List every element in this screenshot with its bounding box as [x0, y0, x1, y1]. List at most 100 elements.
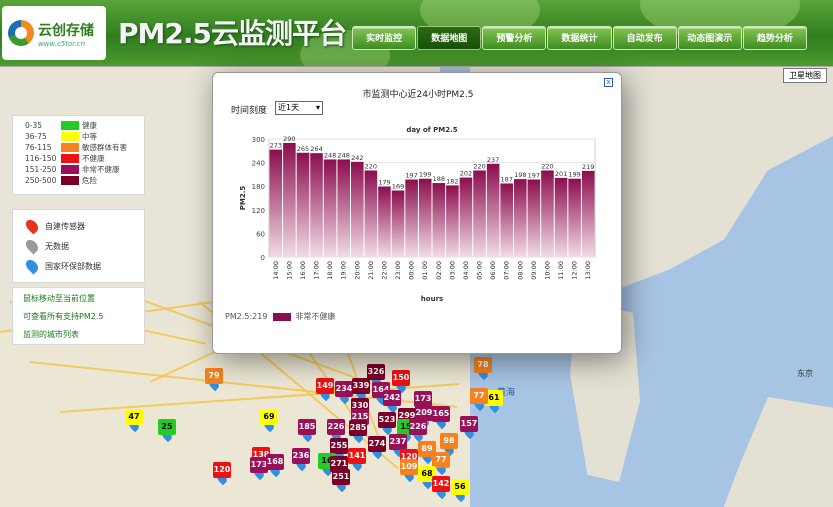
- bar-value-label: 201: [555, 170, 567, 178]
- info-link[interactable]: 鼠标移动至当前位置: [23, 290, 134, 308]
- station-marker[interactable]: 79: [205, 368, 223, 384]
- nav-tab-2[interactable]: 预警分析: [482, 26, 547, 50]
- station-marker[interactable]: 165: [432, 406, 450, 422]
- y-axis-label: PM2.5: [239, 186, 247, 211]
- nav-bar: 实时监控 数据地图 预警分析 数据统计 自动发布 动态图演示 趋势分析: [352, 26, 808, 50]
- bar: [391, 190, 405, 257]
- station-marker[interactable]: 237: [389, 434, 407, 450]
- station-marker[interactable]: 523: [378, 412, 396, 428]
- satellite-map-button[interactable]: 卫星地图: [783, 68, 827, 83]
- station-marker[interactable]: 142: [432, 476, 450, 492]
- map-pin-icon: [23, 257, 41, 275]
- station-marker[interactable]: 326: [367, 364, 385, 380]
- legend-range: 151-250: [25, 165, 57, 174]
- x-tick-label: 00:00: [408, 261, 416, 280]
- station-marker[interactable]: 226: [409, 419, 427, 435]
- bar-value-label: 198: [514, 171, 526, 179]
- x-tick-label: 23:00: [394, 261, 402, 280]
- x-tick-label: 07:00: [503, 261, 511, 280]
- nav-tab-1[interactable]: 数据地图: [417, 26, 482, 50]
- legend-label: 危险: [82, 176, 97, 185]
- pm25-bar-chart: day of PM2.5 0 60 120 180 240 300 PM2.5 273 14:00…: [239, 126, 596, 303]
- station-marker[interactable]: 25: [158, 419, 176, 435]
- x-tick-label: 10:00: [543, 261, 551, 280]
- station-marker[interactable]: 69: [260, 409, 278, 425]
- bar: [527, 179, 541, 257]
- station-marker[interactable]: 109: [400, 459, 418, 475]
- bar-value-label: 220: [473, 162, 485, 170]
- station-marker[interactable]: 56: [451, 479, 469, 495]
- station-marker[interactable]: 149: [316, 378, 334, 394]
- time-scale-label: 时间刻度: [231, 106, 268, 116]
- legend-range: 116-150: [25, 154, 57, 163]
- station-marker[interactable]: 236: [292, 448, 310, 464]
- station-marker[interactable]: 78: [474, 357, 492, 373]
- info-link[interactable]: 监测的城市列表: [23, 326, 134, 344]
- close-icon[interactable]: x: [604, 78, 613, 87]
- bar-value-label: 182: [446, 177, 458, 185]
- x-tick-label: 06:00: [489, 261, 497, 280]
- legend-range: 0-35: [25, 121, 43, 130]
- bar: [283, 142, 296, 257]
- legend-label: 不健康: [82, 154, 105, 163]
- sensor-row: 无数据: [23, 236, 134, 256]
- station-marker[interactable]: 274: [368, 436, 386, 452]
- bar-value-label: 187: [500, 175, 512, 183]
- nav-tab-5[interactable]: 动态图演示: [677, 26, 742, 50]
- station-marker[interactable]: 234: [335, 381, 353, 397]
- nav-tab-0[interactable]: 实时监控: [352, 26, 417, 50]
- station-marker[interactable]: 120: [213, 462, 231, 478]
- y-tick-label: 180: [252, 183, 265, 191]
- station-marker[interactable]: 285: [349, 420, 367, 436]
- station-marker[interactable]: 98: [440, 433, 458, 449]
- station-marker[interactable]: 226: [327, 419, 345, 435]
- station-marker[interactable]: 168: [266, 454, 284, 470]
- bar: [337, 159, 350, 257]
- x-tick-label: 04:00: [462, 261, 470, 280]
- station-marker[interactable]: 47: [125, 409, 143, 425]
- bar: [418, 178, 432, 257]
- x-tick-label: 18:00: [326, 261, 334, 280]
- nav-tab-6[interactable]: 趋势分析: [742, 26, 807, 50]
- current-pm25-value: PM2.5:219: [225, 312, 268, 321]
- y-tick-label: 0: [261, 254, 265, 262]
- bar-value-label: 169: [392, 183, 404, 191]
- station-marker[interactable]: 185: [298, 419, 316, 435]
- bar-value-label: 220: [541, 162, 553, 170]
- x-tick-label: 11:00: [557, 261, 565, 280]
- level-swatch: [273, 312, 292, 321]
- station-marker[interactable]: 150: [392, 370, 410, 386]
- legend-range: 250-500: [25, 176, 57, 185]
- x-tick-label: 09:00: [530, 261, 538, 280]
- legend-row: 250-500 危险: [25, 175, 132, 186]
- legend-label: 中等: [82, 132, 97, 141]
- station-marker[interactable]: 251: [332, 469, 350, 485]
- nav-tab-4[interactable]: 自动发布: [612, 26, 677, 50]
- station-marker[interactable]: 255: [330, 438, 348, 454]
- station-marker[interactable]: 339: [352, 378, 370, 394]
- current-level-label: 非常不健康: [295, 312, 336, 321]
- bar: [405, 179, 418, 257]
- station-marker[interactable]: 77: [470, 388, 488, 404]
- legend-swatch: [61, 143, 79, 152]
- legend-range: 76-115: [25, 143, 52, 152]
- bar: [500, 183, 513, 257]
- time-scale-select[interactable]: 近1天: [275, 101, 323, 115]
- bar: [364, 170, 378, 257]
- bar-value-label: 188: [433, 175, 445, 183]
- bar-value-label: 199: [419, 171, 431, 179]
- bar-value-label: 197: [528, 172, 540, 180]
- station-marker[interactable]: 141: [348, 448, 366, 464]
- x-tick-label: 21:00: [367, 261, 375, 280]
- info-link[interactable]: 可查看所有支持PM2.5: [23, 308, 134, 326]
- station-marker[interactable]: 157: [460, 416, 478, 432]
- logo[interactable]: 云创存储 www.c5tor.cn: [2, 6, 106, 60]
- legend-swatch: [61, 121, 79, 130]
- bar-value-label: 220: [365, 162, 377, 170]
- x-tick-label: 16:00: [299, 261, 307, 280]
- logo-url: www.c5tor.cn: [38, 40, 86, 48]
- map-pin-icon: [23, 237, 41, 255]
- nav-tab-3[interactable]: 数据统计: [547, 26, 612, 50]
- x-tick-label: 17:00: [313, 261, 321, 280]
- station-marker[interactable]: 242: [383, 390, 401, 406]
